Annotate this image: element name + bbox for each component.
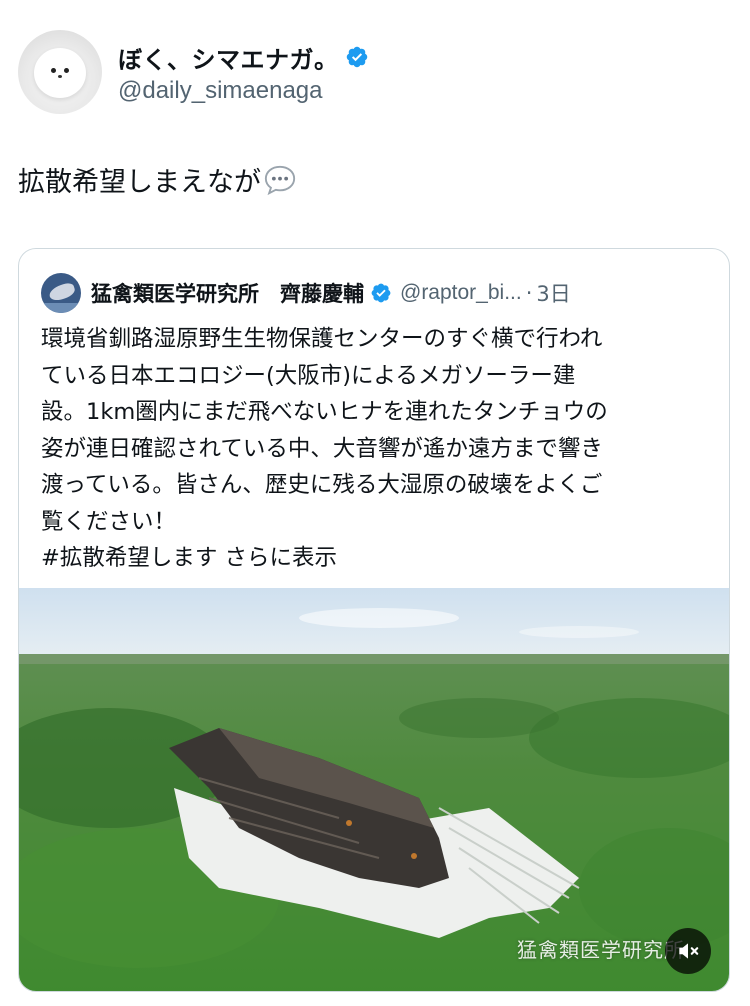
tweet-author[interactable]: ぼく、シマエナガ。 @daily_simaenaga: [18, 30, 369, 114]
author-names: ぼく、シマエナガ。 @daily_simaenaga: [118, 39, 369, 105]
author-handle[interactable]: @daily_simaenaga: [118, 77, 369, 105]
show-more-link[interactable]: さらに表示: [225, 545, 338, 571]
quoted-tweet-card[interactable]: 猛禽類医学研究所 齊藤慶輔 @raptor_bi... · 3日 環境省釧路湿原…: [18, 248, 730, 992]
media-watermark: 猛禽類医学研究所: [517, 938, 685, 962]
quoted-tweet-header: 猛禽類医学研究所 齊藤慶輔 @raptor_bi... · 3日: [41, 273, 571, 313]
body-line: 姿が連日確認されている中、大音響が遙か遠方まで響き: [41, 435, 603, 462]
tweet-text: 拡散希望しまえなが: [18, 160, 297, 199]
quoted-tweet-video[interactable]: 猛禽類医学研究所: [19, 588, 729, 991]
tweet-text-content: 拡散希望しまえなが: [18, 167, 261, 198]
body-line: 環境省釧路湿原野生生物保護センターのすぐ横で行われ: [41, 326, 603, 352]
body-line: 渡っている。皆さん、歴史に残る大湿原の破壊をよくご: [41, 472, 603, 498]
body-line: ている日本エコロジー(大阪市)によるメガソーラー建: [41, 362, 576, 389]
aerial-photo: [19, 588, 729, 991]
speaker-muted-icon: [679, 943, 699, 959]
author-display-name[interactable]: ぼく、シマエナガ。: [118, 40, 339, 75]
meta-separator: ·: [525, 281, 533, 305]
body-line: 覧ください！: [41, 508, 177, 535]
hashtag-link[interactable]: #拡散希望します: [41, 545, 217, 571]
mute-button[interactable]: [665, 928, 711, 974]
quoted-tweet-time[interactable]: 3日: [536, 278, 570, 308]
author-avatar[interactable]: [18, 30, 102, 114]
speech-bubble-icon: [264, 165, 296, 195]
quoted-tweet-body: 環境省釧路湿原野生生物保護センターのすぐ横で行われ ている日本エコロジー(大阪市…: [41, 321, 713, 577]
quoted-author-handle[interactable]: @raptor_bi...: [400, 281, 522, 305]
verified-badge-icon: [371, 283, 391, 303]
verified-badge-icon: [346, 46, 367, 68]
quoted-author-avatar[interactable]: [41, 273, 81, 313]
bird-image: [34, 48, 86, 98]
quoted-author-name[interactable]: 猛禽類医学研究所 齊藤慶輔: [91, 278, 364, 308]
body-line: 設。1km圏内にまだ飛べないヒナを連れたタンチョウの: [41, 399, 608, 425]
